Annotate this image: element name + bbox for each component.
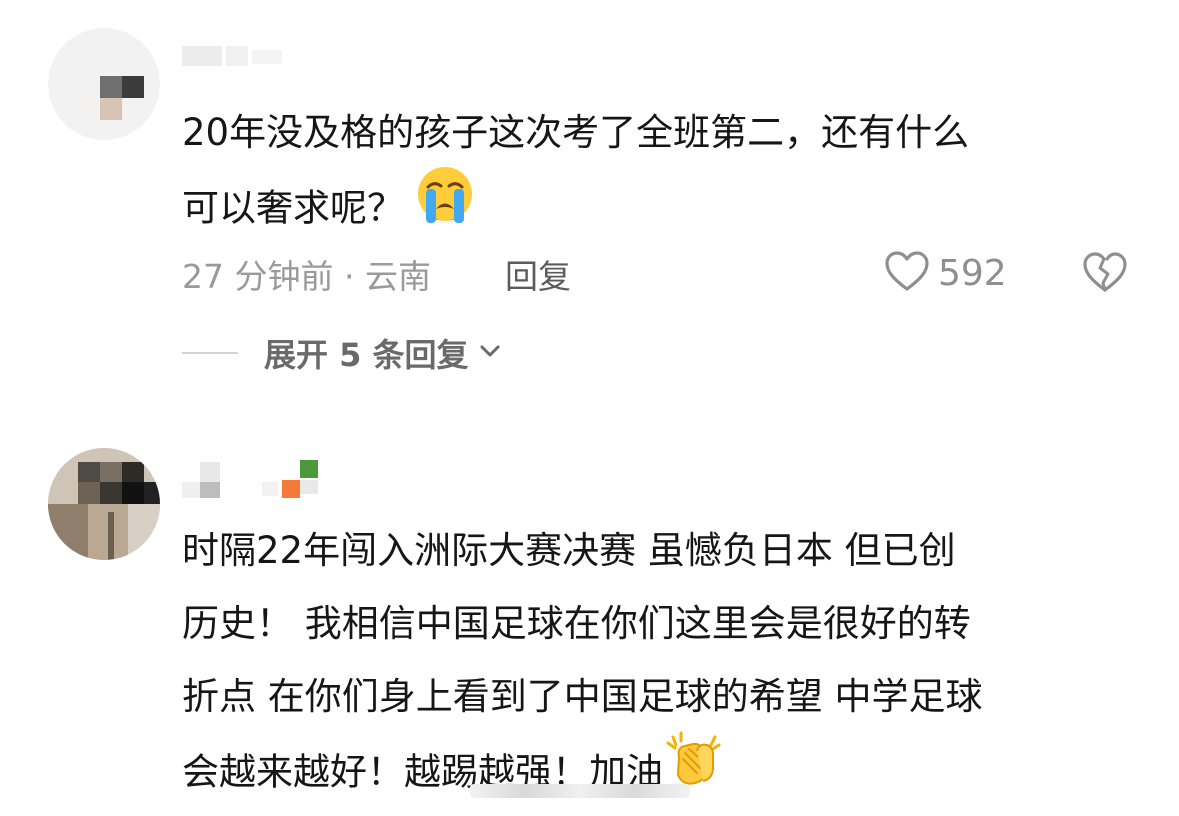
comment-text: 20年没及格的孩子这次考了全班第二，还有什么 可以奢求呢？ [182, 96, 969, 251]
like-button[interactable]: 592 [884, 250, 1007, 296]
chevron-down-icon [479, 343, 501, 363]
heart-icon [884, 250, 930, 296]
reply-button[interactable]: 回复 [505, 250, 571, 298]
avatar[interactable] [48, 28, 160, 140]
avatar[interactable] [48, 448, 160, 560]
expand-replies-label: 展开 5 条回复 [264, 336, 469, 374]
expand-replies-button[interactable]: 展开 5 条回复 [182, 330, 501, 376]
divider-line [182, 352, 238, 354]
comment-line: 折点 在你们身上看到了中国足球的希望 中学足球 [182, 675, 983, 718]
comment-timestamp-location: 27 分钟前 · 云南 [182, 257, 431, 296]
username-blurred[interactable] [182, 458, 322, 502]
comment-line: 历史！ 我相信中国足球在你们这里会是很好的转 [182, 602, 971, 645]
comment-line: 20年没及格的孩子这次考了全班第二，还有什么 [182, 111, 970, 154]
username-blurred[interactable] [182, 40, 302, 70]
watermark [440, 778, 700, 802]
crying-face-icon [416, 165, 474, 247]
comment-line: 可以奢求呢？ [182, 186, 404, 230]
like-count: 592 [938, 252, 1007, 294]
comment-line: 时隔22年闯入洲际大赛决赛 虽憾负日本 但已创 [182, 529, 956, 572]
comment-text: 时隔22年闯入洲际大赛决赛 虽憾负日本 但已创 历史！ 我相信中国足球在你们这里会… [182, 514, 983, 815]
dislike-button[interactable] [1082, 250, 1128, 298]
broken-heart-icon [1082, 252, 1128, 298]
